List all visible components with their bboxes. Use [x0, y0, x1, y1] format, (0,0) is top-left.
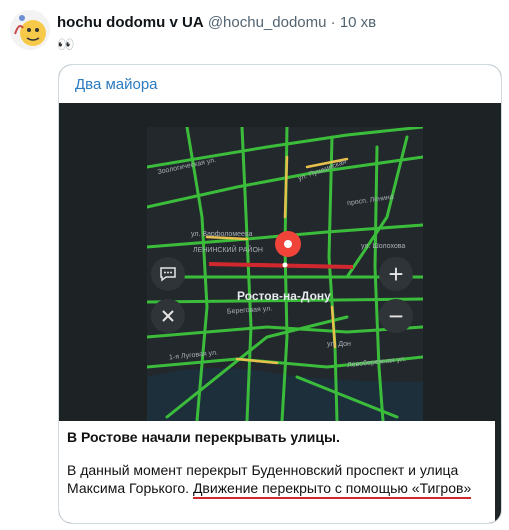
media-card[interactable]: Два майора Зоологическая ул. ул. Пушкинс… — [58, 64, 502, 524]
street-label: ул. Шолохова — [361, 243, 406, 250]
zoom-out-button[interactable]: − — [379, 299, 413, 333]
street-label: ул. Варфоломеева — [191, 231, 253, 238]
tweet-header: hochu dodomu v UA @hochu_dodomu · 10 хв — [57, 14, 376, 31]
card-text: В Ростове начали перекрывать улицы. В да… — [59, 421, 501, 523]
post-body-highlight: Движение перекрыто с помощью «Тигров» — [192, 480, 472, 499]
avatar[interactable] — [10, 10, 50, 50]
post-body: В данный момент перекрыт Буденновский пр… — [67, 461, 487, 499]
tweet-time[interactable]: 10 хв — [340, 14, 376, 31]
channel-name[interactable]: Два майора — [75, 76, 158, 93]
author-name[interactable]: hochu dodomu v UA — [57, 14, 204, 31]
tweet-text: 👀 — [57, 36, 76, 52]
separator-dot: · — [330, 14, 336, 31]
district-label: ЛЕНИНСКИЙ РАЙОН — [193, 247, 263, 254]
comment-button[interactable] — [151, 257, 185, 291]
avatar-face-icon — [10, 10, 50, 50]
zoom-in-button[interactable]: + — [379, 257, 413, 291]
close-map-button[interactable] — [151, 299, 185, 333]
tweet: hochu dodomu v UA @hochu_dodomu · 10 хв … — [0, 0, 509, 530]
author-handle[interactable]: @hochu_dodomu — [208, 14, 327, 31]
video-frame[interactable]: Зоологическая ул. ул. Пушкинская просп. … — [59, 103, 501, 421]
post-headline: В Ростове начали перекрывать улицы. — [67, 429, 340, 445]
city-label: Ростов-на-Дону — [237, 289, 331, 303]
card-channel-header: Два майора — [59, 65, 501, 103]
street-label: ул. Дон — [327, 341, 351, 348]
speech-bubble-icon — [160, 267, 176, 282]
close-icon — [162, 310, 174, 322]
